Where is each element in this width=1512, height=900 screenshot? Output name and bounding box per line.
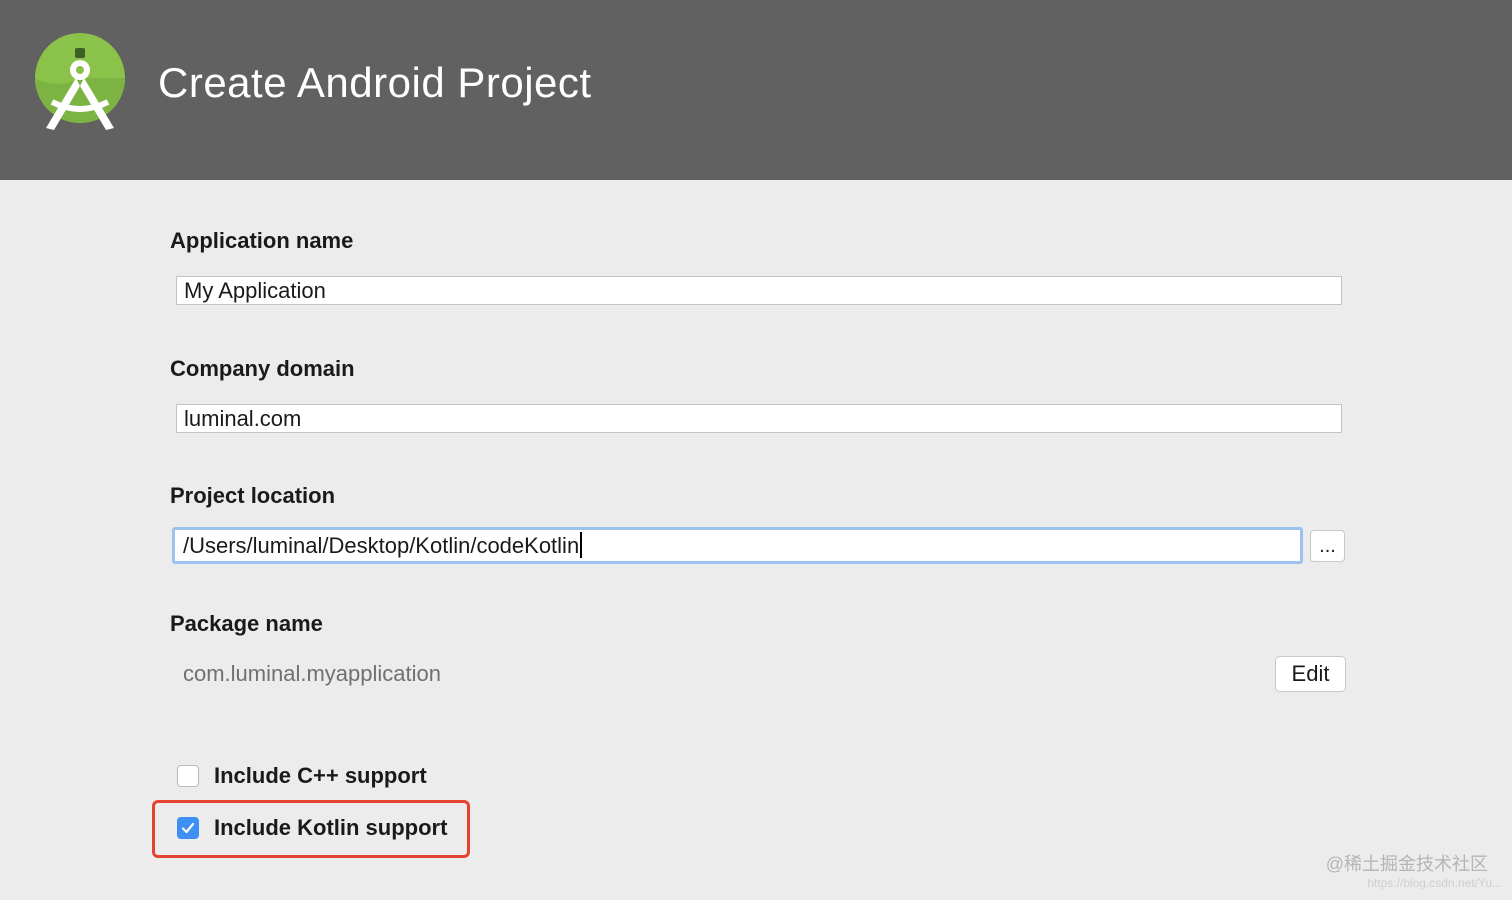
company-domain-label: Company domain xyxy=(170,356,355,381)
project-location-value: /Users/luminal/Desktop/Kotlin/codeKotlin xyxy=(183,533,580,558)
cpp-support-checkbox[interactable] xyxy=(177,765,199,787)
watermark-url: https://blog.csdn.net/Yu... xyxy=(1367,876,1502,890)
kotlin-highlight-annotation xyxy=(152,800,470,858)
browse-location-button[interactable]: ... xyxy=(1310,530,1345,562)
package-name-label: Package name xyxy=(170,611,323,636)
project-location-input[interactable]: /Users/luminal/Desktop/Kotlin/codeKotlin xyxy=(172,527,1303,564)
header-bar: Create Android Project xyxy=(0,0,1512,180)
application-name-label: Application name xyxy=(170,228,354,253)
page-title: Create Android Project xyxy=(158,59,592,106)
edit-package-button[interactable]: Edit xyxy=(1275,656,1346,692)
application-name-input[interactable]: My Application xyxy=(176,276,1342,305)
watermark: @稀土掘金技术社区 xyxy=(1325,854,1488,874)
project-location-label: Project location xyxy=(170,483,336,508)
company-domain-input[interactable]: luminal.com xyxy=(176,404,1342,433)
android-studio-logo-icon xyxy=(35,33,125,130)
text-caret xyxy=(580,532,583,559)
cpp-support-label[interactable]: Include C++ support xyxy=(214,762,427,790)
package-name-value: com.luminal.myapplication xyxy=(183,661,441,686)
